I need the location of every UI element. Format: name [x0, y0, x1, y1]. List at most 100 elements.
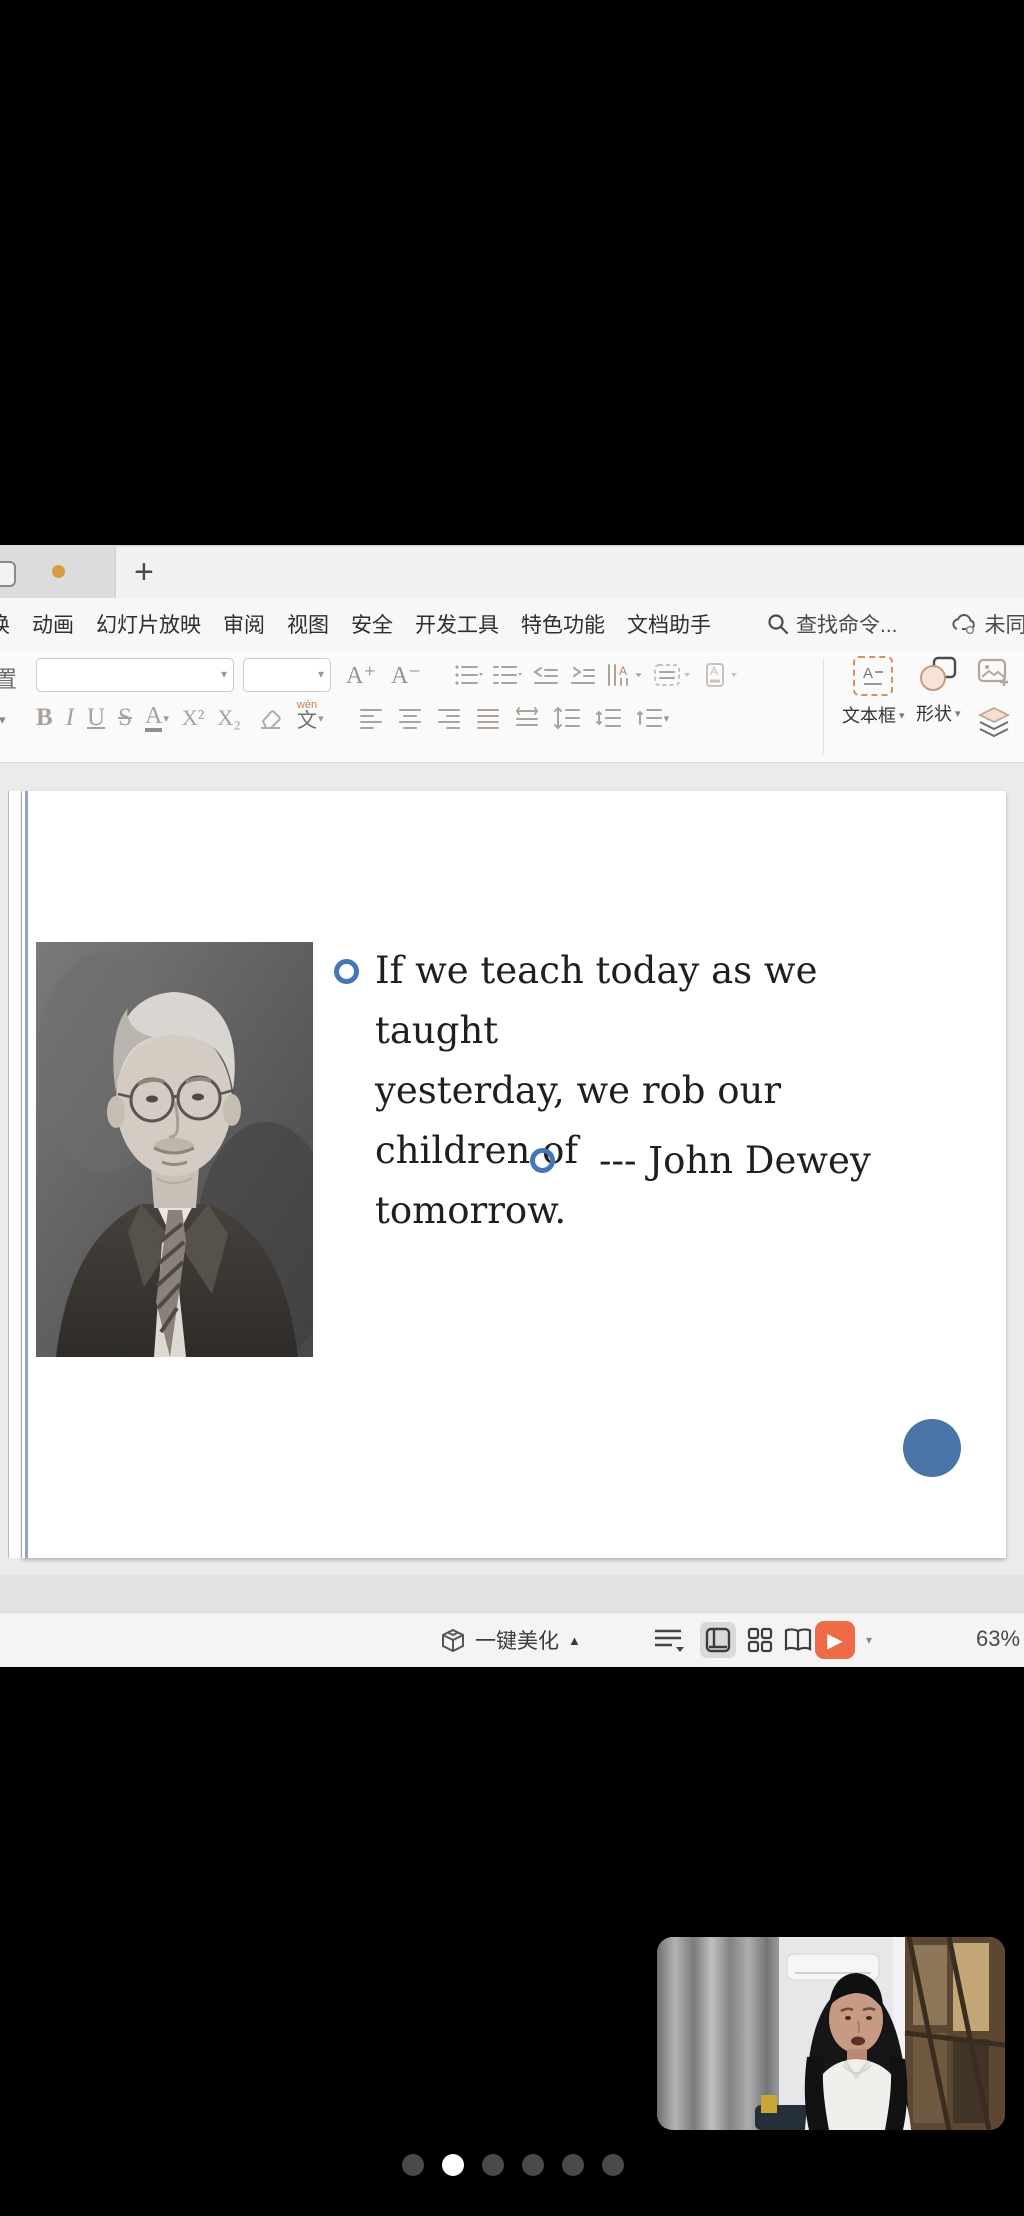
document-tab-strip: +	[0, 545, 1024, 598]
menu-animation[interactable]: 动画	[32, 609, 74, 639]
distribute-text-button[interactable]	[514, 705, 540, 731]
increase-font-size-button[interactable]: A⁺	[346, 661, 376, 690]
quote-line: If we teach today as we taught	[375, 941, 914, 1061]
attribution-text: --- John Dewey	[599, 1139, 871, 1182]
webcam-video-thumbnail[interactable]	[657, 1937, 1005, 2130]
page-dot[interactable]	[522, 2154, 544, 2176]
svg-text:A: A	[710, 664, 718, 678]
chevron-down-icon[interactable]: ▾	[866, 1633, 872, 1647]
align-left-button[interactable]	[358, 705, 384, 731]
chevron-down-icon: ▾	[664, 712, 670, 725]
cloud-sync-status[interactable]: 未同	[950, 609, 1024, 639]
play-icon: ▶	[827, 1628, 842, 1653]
thumbnail-panel-edge[interactable]	[8, 791, 22, 1558]
normal-view-button[interactable]	[700, 1622, 736, 1658]
chevron-down-icon: ▾	[899, 709, 905, 722]
justify-button[interactable]	[475, 705, 501, 731]
object-accent	[761, 2095, 777, 2113]
font-color-button[interactable]: A ▾	[145, 705, 169, 732]
status-bar: 一键美化 ▲	[0, 1612, 1024, 1667]
chevron-down-icon: ▾	[221, 667, 227, 681]
cloud-sync-icon	[950, 613, 978, 635]
menu-security[interactable]: 安全	[351, 609, 393, 639]
chevron-down-icon: ▾	[0, 712, 6, 728]
unsaved-indicator-dot	[52, 565, 65, 578]
increase-indent-button[interactable]	[568, 662, 596, 688]
menu-view[interactable]: 视图	[287, 609, 329, 639]
page-indicator-dots	[402, 2154, 624, 2176]
text-border-button[interactable]	[652, 662, 692, 688]
page-dot[interactable]	[402, 2154, 424, 2176]
one-click-beautify-button[interactable]: 一键美化 ▲	[440, 1613, 581, 1667]
subscript-button[interactable]: X₂	[217, 705, 241, 731]
toolbar-left-partial-button[interactable]: 置	[0, 660, 17, 694]
textbox-button[interactable]: A 文本框 ▾	[842, 656, 905, 728]
phonetic-guide-button[interactable]: wén 文 ▾	[297, 706, 324, 731]
chevron-down-icon: ▾	[318, 712, 324, 725]
chevron-down-icon: ▾	[163, 712, 169, 725]
menu-devtools[interactable]: 开发工具	[415, 609, 499, 639]
page-dot[interactable]	[482, 2154, 504, 2176]
svg-text:A: A	[619, 664, 627, 678]
menu-review[interactable]: 审阅	[223, 609, 265, 639]
bullet-icon	[334, 959, 359, 984]
shapes-button[interactable]: 形状 ▾	[916, 656, 961, 726]
curtain	[657, 1937, 779, 2130]
align-right-button[interactable]	[436, 705, 462, 731]
insert-image-button[interactable]	[977, 658, 1011, 688]
font-name-select[interactable]: ▾	[36, 658, 234, 692]
menu-doc-assistant[interactable]: 文档助手	[627, 609, 711, 639]
reading-view-button[interactable]	[780, 1622, 816, 1658]
search-icon	[767, 613, 789, 635]
page-dot[interactable]	[562, 2154, 584, 2176]
find-command-button[interactable]: 查找命令...	[767, 609, 898, 639]
slide-accent-circle[interactable]	[903, 1419, 961, 1477]
numbered-list-button[interactable]	[492, 662, 522, 688]
chevron-down-icon: ▾	[318, 667, 324, 681]
menu-slideshow[interactable]: 幻灯片放映	[96, 609, 201, 639]
zoom-level[interactable]: 63%	[976, 1626, 1020, 1652]
play-slideshow-button[interactable]: ▶	[815, 1621, 855, 1659]
decrease-font-size-button[interactable]: A⁻	[391, 661, 421, 690]
text-direction-button[interactable]: A	[605, 662, 643, 688]
clear-format-eraser-button[interactable]	[254, 705, 284, 731]
new-tab-button[interactable]: +	[134, 549, 154, 595]
beautify-box-icon	[440, 1627, 466, 1653]
menu-transitions-partial[interactable]: 换	[0, 609, 10, 639]
ribbon-menu-bar: 换 动画 幻灯片放映 审阅 视图 安全 开发工具 特色功能 文档助手 查找命令.…	[0, 598, 1024, 650]
bullet-list-button[interactable]	[453, 662, 483, 688]
wps-presentation-window: + 换 动画 幻灯片放映 审阅 视图 安全 开发工具 特色功能 文档助手 查找命…	[0, 545, 1024, 1666]
italic-button[interactable]: I	[66, 704, 74, 732]
font-size-select[interactable]: ▾	[243, 658, 331, 692]
slide[interactable]: If we teach today as we taught yesterday…	[22, 791, 1006, 1558]
page-dot-active[interactable]	[442, 2154, 464, 2176]
paragraph-spacing-button[interactable]	[594, 705, 622, 731]
line-spacing-button[interactable]	[553, 705, 581, 731]
window-control-partial[interactable]	[0, 561, 16, 587]
decrease-indent-button[interactable]	[531, 662, 559, 688]
slide-sorter-view-button[interactable]	[742, 1622, 778, 1658]
chevron-up-icon: ▲	[568, 1633, 581, 1648]
spacing-options-button[interactable]: ▾	[635, 705, 670, 731]
document-tab[interactable]: +	[115, 547, 1024, 598]
page-dot[interactable]	[602, 2154, 624, 2176]
strikethrough-button[interactable]: S	[118, 704, 132, 732]
svg-text:A: A	[863, 665, 873, 682]
layers-button[interactable]	[976, 706, 1012, 740]
quote-line: tomorrow.	[334, 1181, 566, 1241]
john-dewey-portrait[interactable]	[36, 942, 313, 1357]
menu-special-features[interactable]: 特色功能	[521, 609, 605, 639]
superscript-button[interactable]: X²	[182, 705, 204, 731]
window	[905, 1937, 1005, 2130]
bullet-icon	[530, 1148, 555, 1173]
align-center-button[interactable]	[397, 705, 423, 731]
text-highlight-button[interactable]: A	[701, 662, 741, 688]
textbox-icon: A	[853, 656, 893, 696]
quote-textbox[interactable]: If we teach today as we taught yesterday…	[334, 941, 914, 1241]
attribution-textbox[interactable]: --- John Dewey	[530, 1139, 871, 1182]
notes-button[interactable]	[652, 1625, 688, 1660]
bold-button[interactable]: B	[36, 704, 53, 732]
chevron-down-icon: ▾	[955, 707, 961, 720]
shapes-icon	[918, 656, 958, 694]
underline-button[interactable]: U	[87, 704, 105, 732]
